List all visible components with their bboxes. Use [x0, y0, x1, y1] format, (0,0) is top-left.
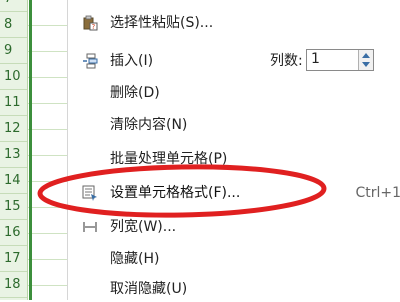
- menu-item-label: 插入(I): [110, 53, 154, 69]
- menu-item-label: 取消隐藏(U): [110, 281, 188, 297]
- row-header[interactable]: 8: [0, 12, 27, 38]
- row-header[interactable]: 17: [0, 246, 27, 272]
- row-header[interactable]: 14: [0, 168, 27, 194]
- menu-item-insert[interactable]: 插入(I) 列数: 1: [68, 48, 400, 74]
- menu-item-label: 隐藏(H): [110, 251, 160, 267]
- menu-item-column-width[interactable]: 列宽(W)...: [68, 214, 400, 240]
- menu-item-label: 清除内容(N): [110, 117, 188, 133]
- row-header[interactable]: 18: [0, 272, 27, 298]
- menu-item-label: 设置单元格格式(F)...: [110, 185, 241, 201]
- menu-item-format-cells[interactable]: 设置单元格格式(F)... Ctrl+1: [68, 180, 400, 206]
- column-width-icon: [82, 219, 98, 235]
- clipboard-paste-icon: ?: [82, 15, 98, 31]
- row-header[interactable]: 12: [0, 116, 27, 142]
- menu-item-label: 列宽(W)...: [110, 219, 177, 235]
- columns-count-value: 1: [311, 51, 320, 67]
- row-header[interactable]: 10: [0, 64, 27, 90]
- selected-column-border: [29, 0, 32, 300]
- menu-item-paste-special[interactable]: ? 选择性粘贴(S)...: [68, 10, 400, 36]
- columns-count-label: 列数:: [270, 53, 303, 69]
- row-headers: 7 8 9 10 11 12 13 14 15 16 17 18: [0, 0, 28, 300]
- stepper-buttons: [358, 50, 373, 70]
- menu-item-delete[interactable]: 删除(D): [68, 80, 400, 106]
- context-menu: ? 选择性粘贴(S)... 插入(I) 列数: 1 删除(D) 清除内容(N): [67, 0, 400, 300]
- row-header[interactable]: 16: [0, 220, 27, 246]
- menu-item-hide[interactable]: 隐藏(H): [68, 246, 400, 272]
- row-header[interactable]: 15: [0, 194, 27, 220]
- svg-text:?: ?: [92, 23, 96, 31]
- stepper-down-icon[interactable]: [362, 62, 370, 67]
- format-cells-icon: [82, 185, 98, 201]
- menu-item-clear-contents[interactable]: 清除内容(N): [68, 112, 400, 138]
- row-header[interactable]: 13: [0, 142, 27, 168]
- menu-item-label: 删除(D): [110, 85, 160, 101]
- insert-rows-icon: [82, 53, 98, 69]
- menu-item-unhide[interactable]: 取消隐藏(U): [68, 276, 400, 302]
- cell-grid[interactable]: [28, 0, 68, 300]
- row-header[interactable]: 11: [0, 90, 27, 116]
- menu-item-batch-process[interactable]: 批量处理单元格(P): [68, 146, 400, 172]
- stepper-up-icon[interactable]: [362, 53, 370, 58]
- menu-item-label: 选择性粘贴(S)...: [110, 15, 214, 31]
- shortcut-label: Ctrl+1: [355, 185, 400, 201]
- row-header[interactable]: 7: [0, 0, 27, 12]
- row-header[interactable]: 9: [0, 38, 27, 64]
- menu-item-label: 批量处理单元格(P): [110, 151, 228, 167]
- columns-count-stepper[interactable]: 1: [306, 49, 374, 71]
